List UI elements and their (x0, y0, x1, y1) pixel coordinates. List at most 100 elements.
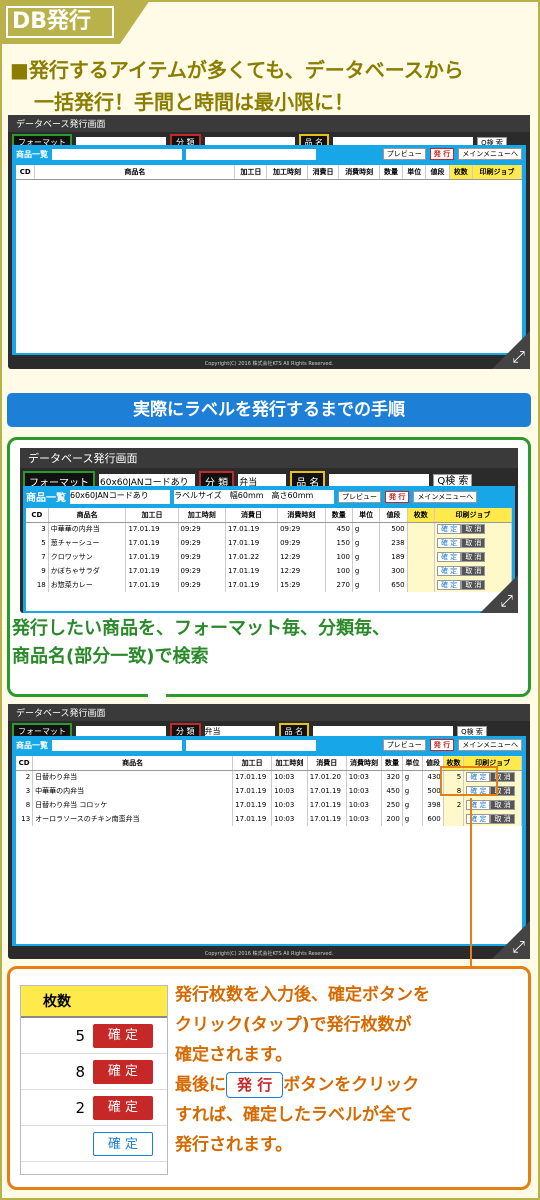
cancel-button[interactable]: 取 消 (461, 552, 486, 562)
col-cd: CD (16, 756, 34, 771)
preview-button[interactable]: プレビュー (382, 739, 426, 751)
cell-name: クロワッサン (48, 550, 127, 564)
format-display (52, 739, 182, 751)
cancel-button[interactable]: 取 消 (461, 580, 486, 590)
confirm-button[interactable]: 確 定 (93, 1059, 153, 1084)
cell-unit: g (352, 564, 381, 578)
cell-d2: 17.01.19 (225, 536, 279, 550)
db-window-results: データベース発行画面 フォーマット 分 類 弁当 品 名 Q検 索 商品一覧 プ… (8, 704, 530, 959)
zoom-row: 2確 定 (21, 1090, 167, 1126)
confirm-button[interactable]: 確 定 (93, 1095, 153, 1120)
cell-cd: 5 (26, 536, 49, 550)
cell-t2: 09:29 (277, 522, 326, 536)
cell-price: 238 (379, 536, 408, 550)
confirm-button[interactable]: 確 定 (436, 566, 462, 576)
cell-qty: 150 (325, 536, 353, 550)
issue-button[interactable]: 発 行 (385, 490, 410, 503)
issue-button[interactable]: 発 行 (429, 148, 455, 160)
table-row[interactable]: 18 お惣菜カレー 17.01.19 09:29 17.01.19 15:29 270 g 65… (26, 578, 512, 592)
col-job: 印刷ジョブ (472, 165, 523, 180)
zoom-table: 枚数 5確 定 8確 定 2確 定 確 定 (20, 985, 168, 1175)
cancel-button[interactable]: 取 消 (461, 538, 486, 548)
job-cell: 確 定取 消 (463, 798, 522, 812)
preview-button[interactable]: プレビュー (382, 148, 426, 160)
confirm-button[interactable]: 確 定 (436, 538, 462, 548)
confirm-button[interactable]: 確 定 (436, 580, 462, 590)
confirm-button[interactable]: 確 定 (93, 1023, 153, 1048)
col-t2: 消費時刻 (338, 165, 380, 180)
step2-line-4b: ボタンをクリック (283, 1075, 420, 1095)
cell-price: 600 (422, 812, 444, 826)
cancel-button[interactable]: 取 消 (461, 566, 486, 576)
cell-cd: 3 (26, 522, 49, 536)
label-size-display (186, 739, 316, 751)
format-display (52, 148, 182, 160)
confirm-button[interactable]: 確 定 (93, 1131, 153, 1156)
cell-unit: g (352, 536, 381, 550)
count-cell[interactable] (407, 564, 435, 578)
cell-d1: 17.01.19 (232, 770, 273, 784)
count-value[interactable]: 2 (21, 1099, 93, 1117)
cell-t2: 10:03 (346, 812, 383, 826)
count-cell[interactable] (407, 522, 435, 536)
table-row[interactable]: 3 中華華の内弁当 17.01.19 09:29 17.01.19 09:29 450 g 50… (26, 522, 512, 536)
count-value[interactable]: 8 (21, 1063, 93, 1081)
col-price: 値段 (379, 508, 408, 523)
cell-name: 日替わり弁当 コロッケ (32, 798, 234, 812)
cell-d1: 17.01.19 (232, 812, 273, 826)
col-d1: 加工日 (234, 165, 268, 180)
cell-t1: 10:03 (271, 798, 308, 812)
menu-button[interactable]: メインメニューへ (413, 490, 478, 503)
cell-t1: 09:29 (178, 550, 227, 564)
menu-button[interactable]: メインメニューへ (458, 739, 522, 751)
col-d1: 加工日 (125, 508, 179, 523)
menu-button[interactable]: メインメニューへ (458, 148, 522, 160)
zoom-row: 5確 定 (21, 1018, 167, 1054)
count-cell[interactable]: 2 (443, 798, 465, 812)
col-d2: 消費日 (307, 756, 347, 771)
confirm-button[interactable]: 確 定 (436, 552, 462, 562)
table-row[interactable]: 8 日替わり弁当 コロッケ 17.01.19 10:03 17.01.19 10:03 25… (16, 798, 522, 812)
table-row[interactable]: 13 オーロラソースのチキン南蛮弁当 17.01.19 10:03 17.01.19 10… (16, 812, 522, 826)
table-row[interactable]: 9 かぼちゃサラダ 17.01.19 09:29 17.01.19 12:29 100 g 30… (26, 564, 512, 578)
col-count: 枚数 (449, 165, 473, 180)
count-value[interactable]: 5 (21, 1027, 93, 1045)
cell-name: 中華華の内弁当 (48, 522, 127, 536)
cell-qty: 200 (381, 812, 403, 826)
cancel-button[interactable]: 取 消 (461, 524, 486, 535)
cell-t1: 09:29 (178, 536, 227, 550)
cell-price: 300 (379, 564, 408, 578)
cell-d2: 17.01.19 (307, 812, 347, 826)
step2-line-5: すれば、確定したラベルが全て (175, 1105, 413, 1125)
cell-qty: 270 (325, 578, 353, 592)
count-cell[interactable] (407, 536, 435, 550)
cell-d1: 17.01.19 (125, 536, 179, 550)
count-cell[interactable] (443, 812, 465, 826)
step1-line-2: 商品名(部分一致)で検索 (12, 646, 209, 667)
col-price: 値段 (425, 165, 450, 180)
job-cell: 確 定取 消 (434, 578, 512, 592)
issue-button[interactable]: 発 行 (429, 739, 455, 751)
count-cell[interactable] (407, 550, 435, 564)
col-qty: 数量 (325, 508, 353, 523)
step2-line-1: 発行枚数を入力後、確定ボタンを (175, 985, 430, 1005)
confirm-button[interactable]: 確 定 (436, 524, 462, 535)
table-row[interactable]: 7 クロワッサン 17.01.19 09:29 17.01.22 12:29 100 g 189… (26, 550, 512, 564)
cell-unit: g (402, 770, 424, 784)
table-row[interactable]: 5 葱チャーシュー 17.01.19 09:29 17.01.19 09:29 150 g 23… (26, 536, 512, 550)
count-cell[interactable] (407, 578, 435, 592)
step2-line-3: 確定されます。 (175, 1045, 293, 1065)
preview-button[interactable]: プレビュー (338, 490, 381, 503)
copyright: Copyright(C) 2016 株式会社KTS All Rights Res… (204, 951, 334, 957)
cell-name: 中華華の内弁当 (32, 784, 234, 798)
cell-t2: 09:29 (277, 536, 326, 550)
cell-t2: 10:03 (346, 798, 383, 812)
list-label: 商品一覧 (16, 149, 48, 159)
job-cell: 確 定取 消 (434, 522, 512, 536)
cell-d1: 17.01.19 (125, 550, 179, 564)
cancel-button[interactable]: 取 消 (490, 814, 515, 824)
cell-price: 398 (422, 798, 444, 812)
cancel-button[interactable]: 取 消 (490, 800, 515, 810)
cell-d2: 17.01.22 (225, 550, 279, 564)
cell-cd: 2 (16, 770, 34, 784)
